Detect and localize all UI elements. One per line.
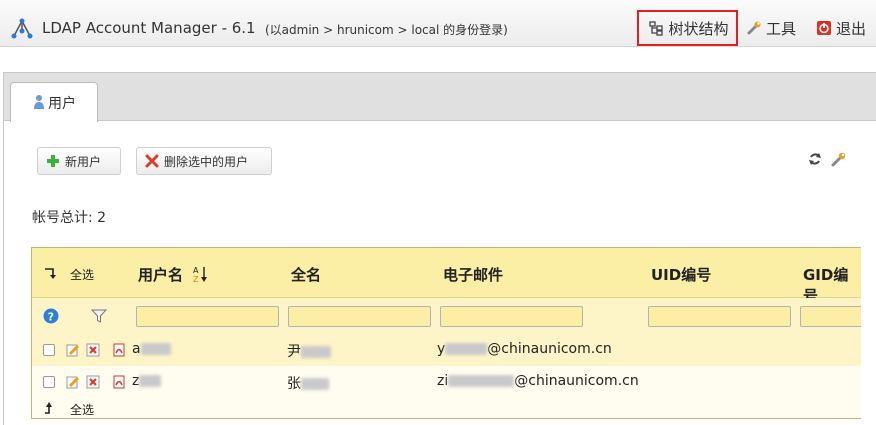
row-checkbox[interactable]: [43, 376, 55, 388]
filter-username-input[interactable]: [136, 306, 279, 327]
delete-selected-button[interactable]: 删除选中的用户: [136, 147, 272, 175]
list-settings-icon[interactable]: [830, 151, 848, 167]
filter-fullname-input[interactable]: [288, 306, 431, 327]
delete-icon[interactable]: [86, 343, 100, 357]
new-user-button[interactable]: 新用户: [37, 147, 121, 175]
tab-users[interactable]: 用户: [10, 82, 98, 122]
filter-email-input[interactable]: [440, 306, 583, 327]
app-title: LDAP Account Manager - 6.1: [42, 19, 256, 37]
tools-button[interactable]: 工具: [746, 10, 796, 46]
table-row: a 尹 y @chinaunicom.cn: [32, 334, 861, 366]
lam-logo-icon: [11, 18, 33, 39]
fullname-cell: 张: [287, 373, 329, 393]
select-all-footer[interactable]: 全选: [70, 401, 94, 418]
logout-button[interactable]: 退出: [816, 10, 866, 46]
tab-strip: 用户: [4, 73, 876, 122]
account-count: 帐号总计: 2: [32, 210, 107, 226]
select-all-header[interactable]: 全选: [70, 266, 94, 283]
new-user-label: 新用户: [65, 154, 102, 169]
edit-icon[interactable]: [66, 343, 80, 357]
select-all-up-arrow-icon: [45, 402, 52, 414]
pdf-icon[interactable]: [112, 343, 126, 357]
email-cell: zi @chinaunicom.cn: [437, 373, 639, 389]
email-cell: y @chinaunicom.cn: [437, 341, 612, 357]
plus-icon: [47, 155, 59, 167]
filter-row: ?: [32, 298, 861, 334]
logout-label: 退出: [836, 19, 867, 38]
user-icon: [34, 95, 44, 109]
table-row: z 张 zi @chinaunicom.cn: [32, 366, 861, 398]
fullname-cell: 尹: [287, 341, 331, 361]
tab-users-label: 用户: [48, 95, 76, 112]
column-header-email[interactable]: 电子邮件: [443, 264, 503, 285]
svg-text:?: ?: [48, 311, 54, 324]
top-bar: LDAP Account Manager - 6.1 (以admin > hru…: [0, 0, 876, 47]
tree-view-button[interactable]: 树状结构: [637, 10, 738, 46]
username-cell[interactable]: z: [132, 373, 162, 389]
filter-gid-input[interactable]: [800, 306, 861, 327]
delete-icon[interactable]: [86, 375, 100, 389]
table-header-row: 全选 用户名 A Z 全名 电子邮件 UID编号 GID编号: [32, 248, 861, 305]
filter-uid-input[interactable]: [648, 306, 791, 327]
svg-text:A: A: [193, 266, 199, 275]
main-panel: 用户 新用户 删除选中的用户 帐号总计: 2 全选 用户名 A Z 全名 电子邮…: [3, 72, 876, 425]
filter-icon[interactable]: [91, 308, 107, 324]
edit-icon[interactable]: [66, 375, 80, 389]
select-all-arrow-icon: [45, 268, 56, 279]
power-icon: [817, 21, 831, 35]
table-footer: 全选: [32, 398, 861, 418]
refresh-icon[interactable]: [808, 152, 822, 166]
row-checkbox[interactable]: [43, 344, 55, 356]
svg-text:Z: Z: [193, 275, 199, 283]
pdf-icon[interactable]: [112, 375, 126, 389]
delete-x-icon: [145, 154, 159, 168]
username-cell[interactable]: a: [132, 341, 171, 357]
sort-az-icon[interactable]: A Z: [193, 265, 209, 283]
column-header-uid[interactable]: UID编号: [651, 264, 711, 285]
tools-label: 工具: [766, 19, 797, 38]
tree-view-label: 树状结构: [668, 19, 729, 38]
delete-selected-label: 删除选中的用户: [164, 154, 249, 169]
column-header-username[interactable]: 用户名: [138, 264, 183, 285]
wrench-icon: [747, 21, 761, 35]
accounts-table: 全选 用户名 A Z 全名 电子邮件 UID编号 GID编号 ? a 尹 y @…: [31, 247, 861, 419]
help-icon[interactable]: ?: [43, 308, 59, 324]
column-header-fullname[interactable]: 全名: [291, 264, 321, 285]
login-info: (以admin > hrunicom > local 的身份登录): [265, 23, 508, 37]
tree-icon: [649, 21, 664, 36]
